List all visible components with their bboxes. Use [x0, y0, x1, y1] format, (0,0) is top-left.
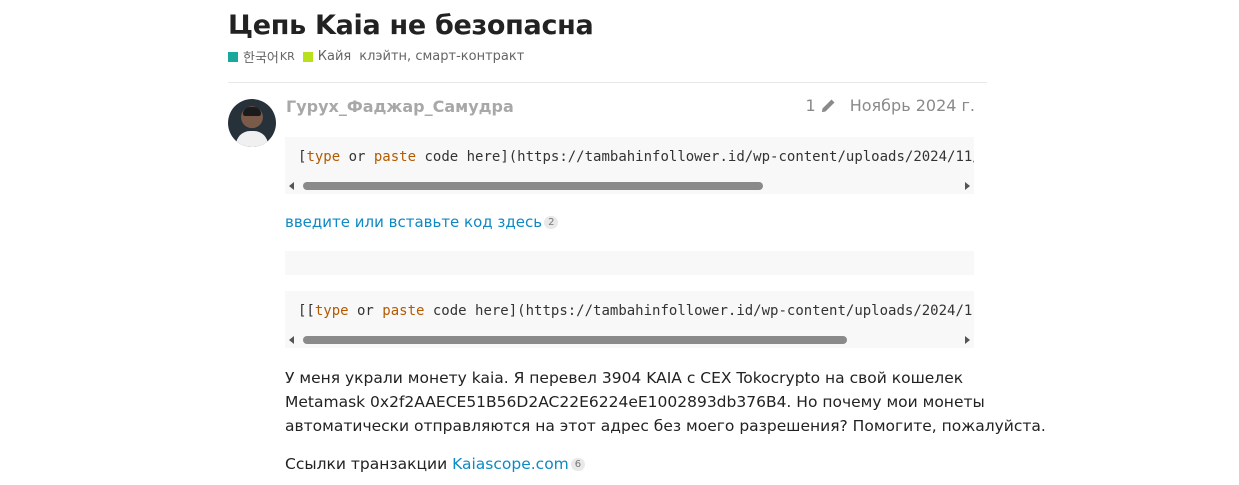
kaiascope-link[interactable]: Kaiascope.com [452, 455, 569, 473]
avatar-hair [243, 107, 261, 116]
post-meta: 1 Ноябрь 2024 г. [806, 96, 975, 115]
transaction-links-line: Ссылки транзакции Kaiascope.com 6 [285, 455, 586, 473]
code-block[interactable]: [[type or paste code here](https://tamba… [285, 291, 974, 348]
category-color-square [302, 51, 313, 62]
code-text: [type or paste code here](https://tambah… [298, 149, 974, 165]
avatar[interactable] [228, 99, 276, 147]
topic-title: Цепь Kaia не безопасна [228, 10, 594, 41]
tag-separator: , [407, 49, 412, 64]
topic-categories: 한국어 KR Кайя клэйтн, смарт-контракт [228, 47, 524, 66]
transaction-label: Ссылки транзакции [285, 455, 453, 473]
post-date[interactable]: Ноябрь 2024 г. [850, 96, 975, 115]
tag-smart-contract[interactable]: смарт-контракт [415, 49, 524, 64]
category-label: 한국어 [243, 51, 279, 66]
avatar-shirt [236, 131, 268, 147]
category-korean[interactable]: 한국어 KR [228, 47, 295, 66]
empty-code-block[interactable] [285, 251, 974, 275]
code-block[interactable]: [type or paste code here](https://tambah… [285, 137, 974, 194]
scrollbar-thumb[interactable] [303, 336, 847, 344]
body-line: У меня украли монету kaia. Я перевел 390… [285, 369, 964, 387]
post-body-paragraph: У меня украли монету kaia. Я перевел 390… [285, 366, 1046, 438]
category-label: Кайя [317, 49, 352, 64]
tag-list: клэйтн, смарт-контракт [359, 49, 524, 64]
link-click-count: 6 [570, 458, 586, 471]
link-click-count: 2 [544, 216, 559, 229]
body-line: автоматически отправляются на этот адрес… [285, 417, 1046, 435]
scroll-right-arrow-icon[interactable] [965, 336, 970, 344]
body-line: Metamask 0x2f2AAECE51B56D2AC22E6224eE100… [285, 393, 985, 411]
category-color-square [228, 51, 238, 62]
category-suffix: KR [279, 50, 295, 63]
scroll-left-arrow-icon[interactable] [289, 336, 294, 344]
code-placeholder-line: введите или вставьте код здесь 2 [285, 213, 559, 231]
code-text: [[type or paste code here](https://tamba… [298, 303, 974, 319]
scroll-left-arrow-icon[interactable] [289, 182, 294, 190]
scrollbar-thumb[interactable] [303, 182, 763, 190]
header-divider [228, 82, 987, 83]
post-username[interactable]: Гурух_Фаджар_Самудра [286, 97, 514, 116]
horizontal-scrollbar[interactable] [285, 333, 974, 347]
tag-klaytn[interactable]: клэйтн [359, 49, 407, 64]
scroll-right-arrow-icon[interactable] [965, 182, 970, 190]
horizontal-scrollbar[interactable] [285, 179, 974, 193]
pencil-icon[interactable] [820, 98, 836, 114]
edit-count[interactable]: 1 [806, 96, 816, 115]
code-placeholder-link[interactable]: введите или вставьте код здесь [285, 213, 542, 231]
category-kaia[interactable]: Кайя [302, 49, 352, 64]
